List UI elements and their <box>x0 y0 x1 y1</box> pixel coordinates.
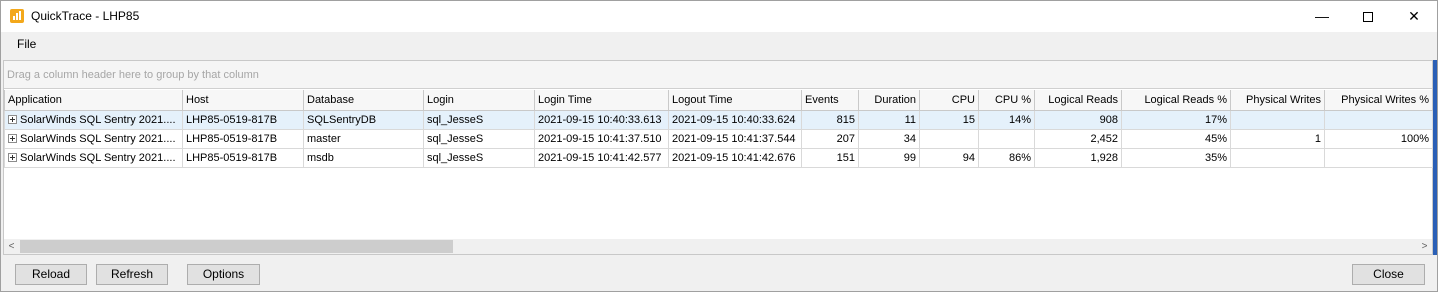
cell-database: SQLSentryDB <box>303 109 424 130</box>
title-bar[interactable]: QuickTrace - LHP85 — ✕ <box>1 1 1437 32</box>
cell-duration: 34 <box>858 128 920 149</box>
trace-table: Application Host Database Login Login Ti… <box>4 90 1433 168</box>
cell-application: SolarWinds SQL Sentry 2021.... <box>4 109 183 130</box>
cell-login: sql_JesseS <box>423 147 535 168</box>
cell-login-time: 2021-09-15 10:40:33.613 <box>534 109 669 130</box>
cell-cpu-pct: 86% <box>978 147 1035 168</box>
quicktrace-app-icon <box>10 9 24 23</box>
cell-application-text: SolarWinds SQL Sentry 2021.... <box>20 113 176 126</box>
table-row[interactable]: SolarWinds SQL Sentry 2021.... LHP85-051… <box>4 109 1433 130</box>
cell-logical-reads: 908 <box>1034 109 1122 130</box>
col-header-database[interactable]: Database <box>303 90 424 111</box>
group-by-panel[interactable]: Drag a column header here to group by th… <box>4 61 1432 89</box>
horizontal-scrollbar[interactable]: < > <box>4 239 1432 254</box>
scroll-right-arrow-icon[interactable]: > <box>1417 239 1432 254</box>
cell-database: master <box>303 128 424 149</box>
cell-application-text: SolarWinds SQL Sentry 2021.... <box>20 151 176 164</box>
cell-physical-writes-pct <box>1324 109 1433 130</box>
cell-database: msdb <box>303 147 424 168</box>
col-header-logical-reads[interactable]: Logical Reads <box>1034 90 1122 111</box>
cell-logical-reads-pct: 17% <box>1121 109 1231 130</box>
cell-application-text: SolarWinds SQL Sentry 2021.... <box>20 132 176 145</box>
cell-logout-time: 2021-09-15 10:41:42.676 <box>668 147 802 168</box>
expand-row-icon[interactable] <box>8 152 17 162</box>
cell-login: sql_JesseS <box>423 109 535 130</box>
cell-application: SolarWinds SQL Sentry 2021.... <box>4 147 183 168</box>
cell-logout-time: 2021-09-15 10:41:37.544 <box>668 128 802 149</box>
cell-login-time: 2021-09-15 10:41:37.510 <box>534 128 669 149</box>
quicktrace-window: QuickTrace - LHP85 — ✕ File Drag a colum… <box>0 0 1438 292</box>
minimize-button[interactable]: — <box>1299 1 1345 32</box>
col-header-logical-reads-pct[interactable]: Logical Reads % <box>1121 90 1231 111</box>
maximize-button[interactable] <box>1345 1 1391 32</box>
col-header-application[interactable]: Application <box>4 90 183 111</box>
cell-events: 815 <box>801 109 859 130</box>
vertical-accent-strip <box>1433 60 1437 255</box>
cell-login-time: 2021-09-15 10:41:42.577 <box>534 147 669 168</box>
col-header-host[interactable]: Host <box>182 90 304 111</box>
col-header-login-time[interactable]: Login Time <box>534 90 669 111</box>
cell-physical-writes <box>1230 109 1325 130</box>
col-header-events[interactable]: Events <box>801 90 859 111</box>
cell-logout-time: 2021-09-15 10:40:33.624 <box>668 109 802 130</box>
cell-cpu <box>919 128 979 149</box>
cell-duration: 99 <box>858 147 920 168</box>
table-row[interactable]: SolarWinds SQL Sentry 2021.... LHP85-051… <box>4 147 1433 168</box>
close-window-button[interactable]: ✕ <box>1391 1 1437 32</box>
window-title: QuickTrace - LHP85 <box>31 9 140 23</box>
cell-physical-writes-pct: 100% <box>1324 128 1433 149</box>
cell-cpu-pct <box>978 128 1035 149</box>
cell-cpu-pct: 14% <box>978 109 1035 130</box>
maximize-icon <box>1363 12 1373 23</box>
menu-bar: File <box>1 32 1437 56</box>
cell-physical-writes <box>1230 147 1325 168</box>
options-button[interactable]: Options <box>187 264 260 285</box>
cell-cpu: 94 <box>919 147 979 168</box>
cell-host: LHP85-0519-817B <box>182 147 304 168</box>
cell-login: sql_JesseS <box>423 128 535 149</box>
cell-host: LHP85-0519-817B <box>182 109 304 130</box>
trace-grid: Drag a column header here to group by th… <box>3 60 1433 255</box>
expand-row-icon[interactable] <box>8 114 17 124</box>
cell-duration: 11 <box>858 109 920 130</box>
scroll-left-arrow-icon[interactable]: < <box>4 239 19 254</box>
cell-logical-reads-pct: 35% <box>1121 147 1231 168</box>
scroll-thumb[interactable] <box>20 240 453 253</box>
cell-events: 207 <box>801 128 859 149</box>
col-header-physical-writes-pct[interactable]: Physical Writes % <box>1324 90 1433 111</box>
cell-logical-reads: 2,452 <box>1034 128 1122 149</box>
cell-cpu: 15 <box>919 109 979 130</box>
cell-logical-reads: 1,928 <box>1034 147 1122 168</box>
cell-host: LHP85-0519-817B <box>182 128 304 149</box>
cell-application: SolarWinds SQL Sentry 2021.... <box>4 128 183 149</box>
table-row[interactable]: SolarWinds SQL Sentry 2021.... LHP85-051… <box>4 128 1433 149</box>
cell-physical-writes: 1 <box>1230 128 1325 149</box>
col-header-duration[interactable]: Duration <box>858 90 920 111</box>
reload-button[interactable]: Reload <box>15 264 87 285</box>
close-button[interactable]: Close <box>1352 264 1425 285</box>
header-row: Application Host Database Login Login Ti… <box>4 90 1433 111</box>
col-header-cpu-pct[interactable]: CPU % <box>978 90 1035 111</box>
cell-physical-writes-pct <box>1324 147 1433 168</box>
refresh-button[interactable]: Refresh <box>96 264 168 285</box>
col-header-login[interactable]: Login <box>423 90 535 111</box>
expand-row-icon[interactable] <box>8 133 17 143</box>
col-header-physical-writes[interactable]: Physical Writes <box>1230 90 1325 111</box>
col-header-cpu[interactable]: CPU <box>919 90 979 111</box>
cell-logical-reads-pct: 45% <box>1121 128 1231 149</box>
menu-file[interactable]: File <box>11 32 42 56</box>
col-header-logout-time[interactable]: Logout Time <box>668 90 802 111</box>
cell-events: 151 <box>801 147 859 168</box>
